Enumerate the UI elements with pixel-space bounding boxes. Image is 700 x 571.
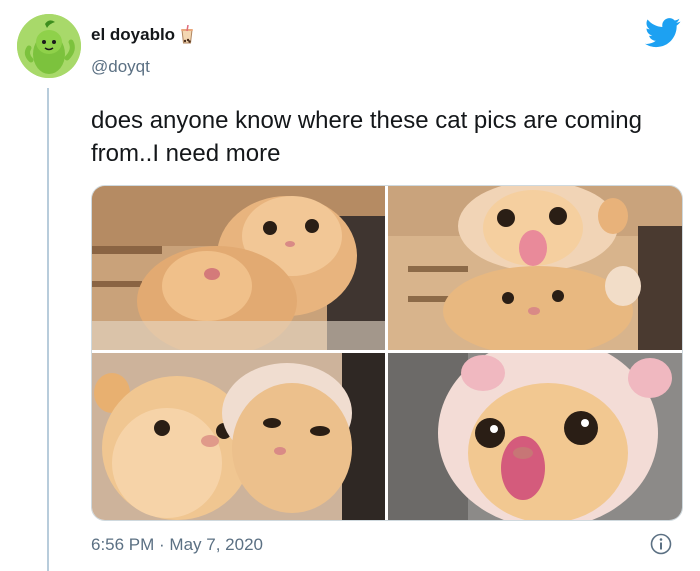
cat-photo-4-image bbox=[388, 353, 682, 520]
cat-photo-1[interactable] bbox=[92, 186, 385, 350]
cat-photo-2[interactable] bbox=[388, 186, 682, 350]
avatar[interactable] bbox=[17, 14, 81, 78]
cat-photo-3[interactable] bbox=[92, 353, 385, 520]
thread-line bbox=[47, 88, 49, 571]
user-handle[interactable]: @doyqt bbox=[91, 57, 150, 77]
display-name-row[interactable]: el doyablo bbox=[91, 25, 195, 45]
info-icon[interactable] bbox=[650, 533, 672, 555]
pea-avatar-icon bbox=[17, 14, 81, 78]
tweet-timestamp[interactable]: 6:56 PM · May 7, 2020 bbox=[91, 535, 263, 555]
boba-tea-icon bbox=[181, 25, 194, 44]
cat-photo-2-image bbox=[388, 186, 682, 350]
display-name[interactable]: el doyablo bbox=[91, 25, 175, 45]
media-grid[interactable] bbox=[91, 185, 683, 521]
cat-photo-1-image bbox=[92, 186, 385, 350]
cat-photo-3-image bbox=[92, 353, 385, 520]
twitter-bird-icon[interactable] bbox=[645, 18, 681, 48]
cat-photo-4[interactable] bbox=[388, 353, 682, 520]
tweet-text: does anyone know where these cat pics ar… bbox=[91, 107, 642, 167]
